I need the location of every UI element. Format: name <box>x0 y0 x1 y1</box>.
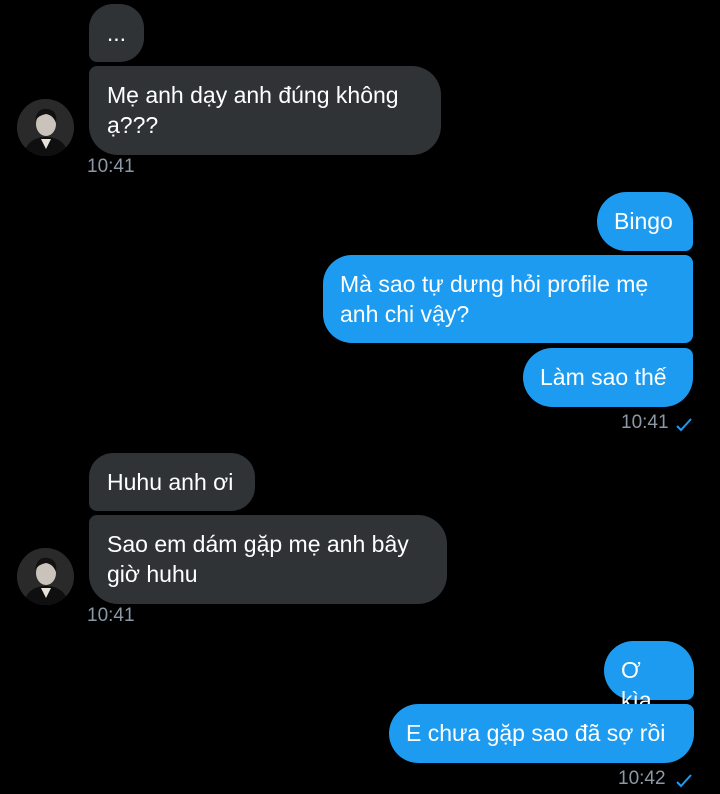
checkmark-icon <box>676 774 692 788</box>
incoming-message[interactable]: Sao em dám gặp mẹ anh bây giờ huhu <box>89 515 447 604</box>
outgoing-message[interactable]: Làm sao thế <box>523 348 693 407</box>
outgoing-message[interactable]: Bingo <box>597 192 693 251</box>
contact-avatar-icon[interactable] <box>17 99 74 156</box>
outgoing-message[interactable]: Ơ kìa <box>604 641 694 713</box>
message-timestamp: 10:41 <box>87 156 135 177</box>
checkmark-icon <box>676 418 692 432</box>
message-timestamp: 10:42 <box>618 768 666 789</box>
incoming-message[interactable]: Mẹ anh dạy anh đúng không ạ??? <box>89 66 441 155</box>
message-timestamp: 10:41 <box>87 605 135 626</box>
incoming-message[interactable]: Huhu anh ơi <box>89 453 255 511</box>
outgoing-message[interactable]: Mà sao tự dưng hỏi profile mẹ anh chi vậ… <box>323 255 693 343</box>
outgoing-message[interactable]: E chưa gặp sao đã sợ rồi <box>389 704 694 763</box>
incoming-message[interactable]: ... <box>89 4 144 62</box>
message-timestamp: 10:41 <box>621 412 669 433</box>
contact-avatar-icon[interactable] <box>17 548 74 605</box>
